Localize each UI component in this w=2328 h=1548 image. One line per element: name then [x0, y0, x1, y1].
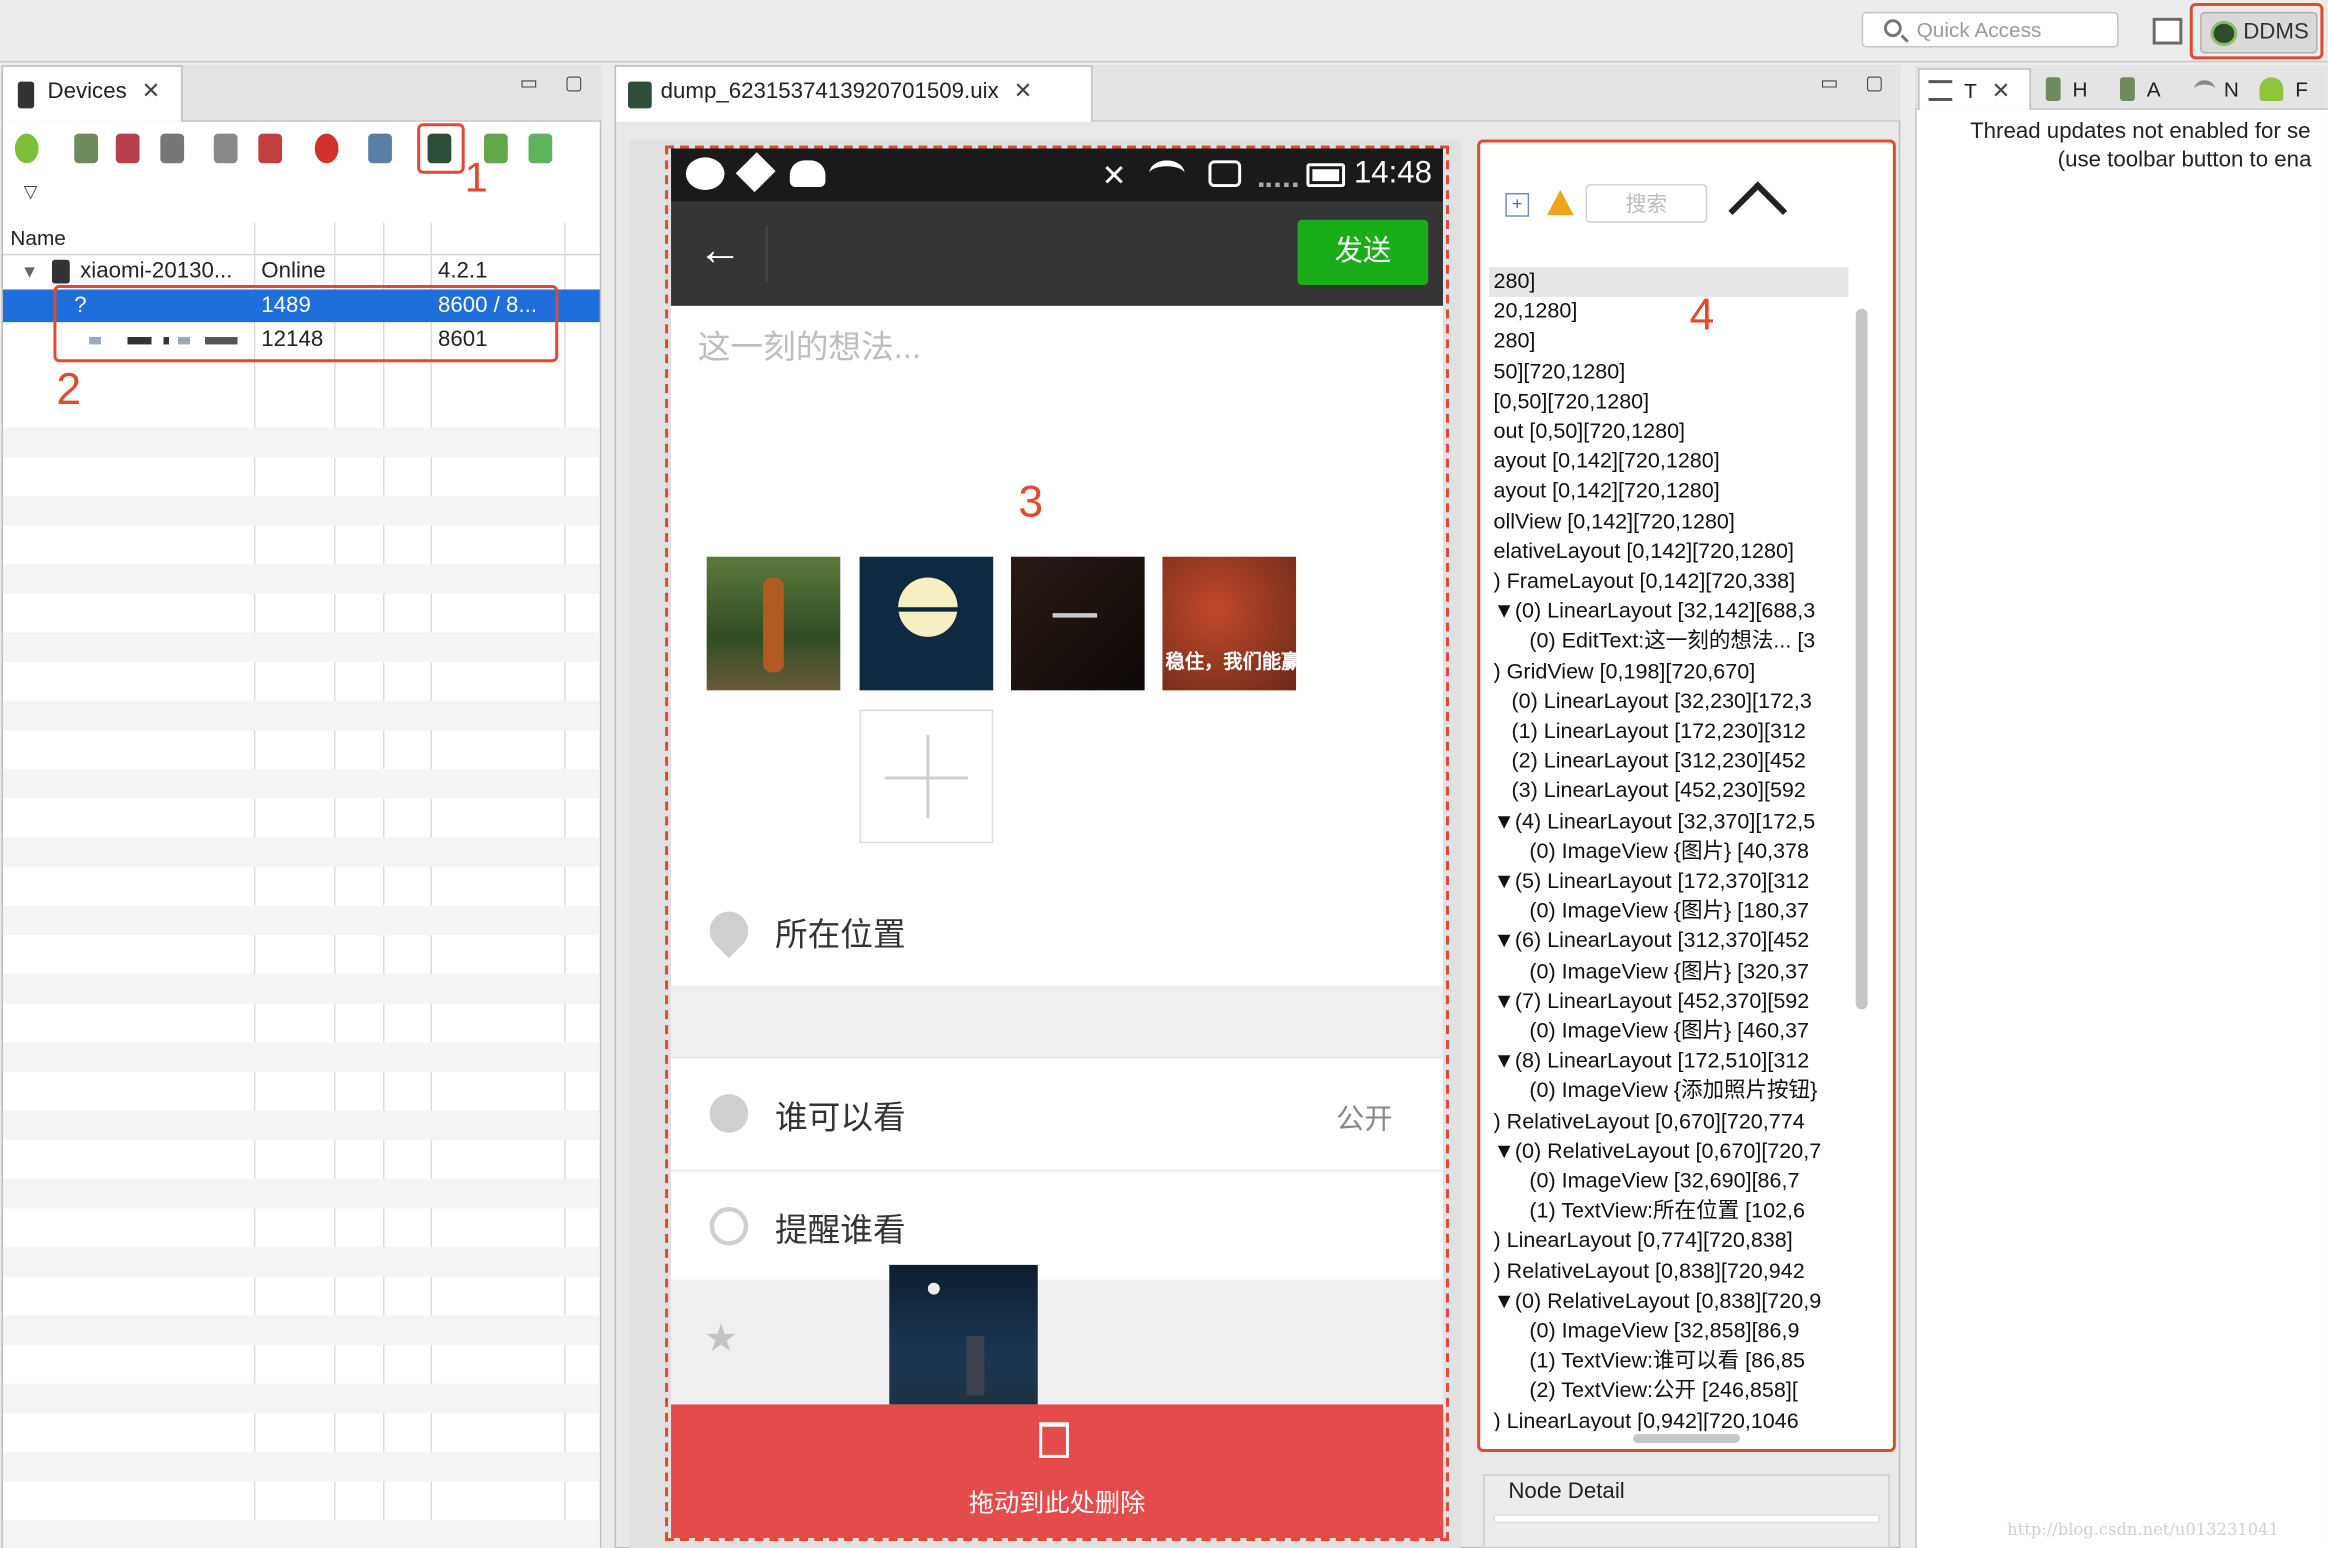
- expand-triangle-icon[interactable]: ▼: [21, 255, 39, 288]
- device-row[interactable]: ▼ xiaomi-20130... Online 4.2.1: [3, 255, 600, 288]
- row-stripe: [2, 564, 600, 594]
- tab-threads[interactable]: T ✕: [1918, 68, 2031, 110]
- open-perspective-icon[interactable]: [2152, 17, 2183, 45]
- column-name: Name: [10, 225, 66, 250]
- opengl-trace-icon[interactable]: [528, 133, 553, 164]
- row-stripe: [2, 905, 600, 936]
- tab-allocation-label: A: [2146, 77, 2161, 101]
- row-stripe: [2, 1110, 600, 1141]
- annotation-box-processes: [53, 285, 559, 363]
- allocation-icon: [2120, 77, 2135, 101]
- row-stripe: [2, 1042, 600, 1072]
- tab-dump-file[interactable]: dump_6231537413920701509.uix ✕: [614, 65, 1093, 122]
- annotation-box-tree: [1477, 139, 1896, 1452]
- annotation-number-4: 4: [1689, 290, 1715, 340]
- column-divider: [430, 222, 433, 1548]
- tab-heap[interactable]: H: [2045, 77, 2088, 101]
- annotation-number-3: 3: [1018, 478, 1044, 528]
- threads-icon: [1928, 80, 1953, 101]
- heap-icon: [2045, 77, 2061, 101]
- stop-process-icon[interactable]: [314, 133, 339, 164]
- row-stripe: [2, 1520, 600, 1548]
- tab-file-explorer-label: F: [2295, 77, 2308, 101]
- devices-table-header: Name: [2, 223, 600, 256]
- row-stripe: [2, 1315, 600, 1346]
- tab-threads-label: T: [1964, 78, 1977, 103]
- annotation-box-ddms: [2189, 2, 2324, 60]
- dump-hprof-icon[interactable]: [115, 133, 140, 164]
- device-icon: [51, 259, 70, 284]
- threads-hint: (use toolbar button to ena: [2057, 146, 2312, 173]
- update-threads-icon[interactable]: [213, 133, 238, 164]
- row-stripe: [2, 495, 600, 526]
- annotation-number-1: 1: [464, 154, 488, 201]
- node-detail-panel: Node Detail: [1483, 1474, 1890, 1548]
- row-stripe: [2, 973, 600, 1004]
- row-stripe: [2, 700, 600, 731]
- update-heap-icon[interactable]: [74, 133, 98, 164]
- node-detail-label: Node Detail: [1508, 1478, 1625, 1504]
- device-version: 4.2.1: [437, 258, 488, 284]
- android-icon: [2259, 77, 2284, 101]
- start-method-profiling-icon[interactable]: [258, 133, 283, 164]
- tab-allocation[interactable]: A: [2120, 77, 2161, 101]
- tab-heap-label: H: [2072, 77, 2088, 101]
- phone-icon: [17, 81, 35, 109]
- tab-devices[interactable]: Devices ✕: [1, 65, 183, 122]
- tab-devices-label: Devices: [47, 78, 127, 104]
- dump-minmax-icons[interactable]: ▭▢: [1820, 71, 1910, 95]
- node-detail-table[interactable]: [1493, 1514, 1880, 1524]
- threads-panel: [1915, 65, 2328, 1548]
- debug-icon[interactable]: [14, 133, 39, 164]
- device-status: Online: [261, 258, 326, 284]
- column-divider: [383, 222, 385, 1548]
- watermark: http://blog.csdn.net/u013231041: [2007, 1520, 2279, 1540]
- row-stripe: [2, 632, 600, 663]
- close-icon[interactable]: ✕: [142, 79, 161, 104]
- tab-network[interactable]: N: [2194, 77, 2239, 101]
- view-menu-icon[interactable]: ▽: [24, 181, 38, 202]
- quick-access-placeholder: Quick Access: [1916, 17, 2042, 42]
- tab-dump-label: dump_6231537413920701509.uix: [660, 78, 999, 104]
- screen-capture-icon[interactable]: [368, 133, 392, 164]
- annotation-number-2: 2: [56, 365, 82, 415]
- column-divider: [334, 222, 336, 1548]
- row-stripe: [2, 1451, 600, 1482]
- row-stripe: [2, 1178, 600, 1209]
- uix-file-icon: [627, 81, 652, 109]
- row-stripe: [2, 769, 600, 799]
- row-stripe: [2, 837, 600, 868]
- annotation-box-screenshot: [665, 145, 1449, 1542]
- row-stripe: [2, 1383, 600, 1414]
- tab-network-label: N: [2223, 77, 2239, 101]
- quick-access-field[interactable]: Quick Access: [1861, 11, 2119, 48]
- column-divider: [253, 222, 256, 1548]
- row-stripe: [2, 1247, 600, 1277]
- column-divider: [564, 222, 566, 1548]
- row-stripe: [2, 427, 600, 458]
- annotation-box-dump-icon: [417, 123, 465, 174]
- cause-gc-icon[interactable]: [160, 133, 185, 164]
- close-icon[interactable]: ✕: [1992, 79, 2011, 104]
- tab-file-explorer[interactable]: F: [2259, 77, 2308, 101]
- device-name: xiaomi-20130...: [80, 258, 233, 284]
- search-icon: [1883, 19, 1902, 38]
- close-icon[interactable]: ✕: [1014, 79, 1033, 104]
- network-icon: [2194, 80, 2216, 98]
- devices-minmax-icons[interactable]: ▭▢: [520, 71, 610, 95]
- threads-message: Thread updates not enabled for se: [1970, 118, 2311, 145]
